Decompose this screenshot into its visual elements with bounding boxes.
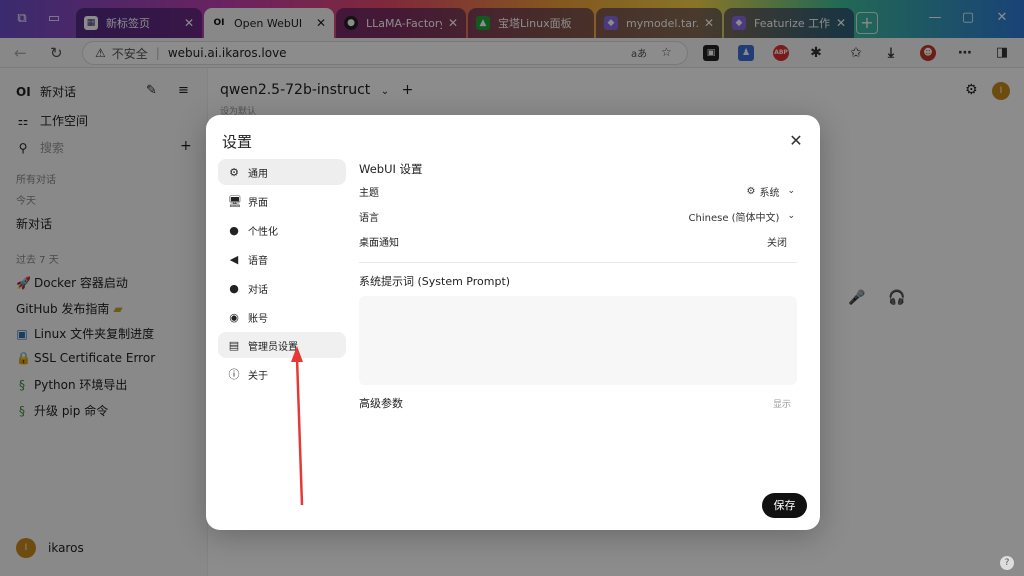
notification-row: 桌面通知 关闭 — [359, 232, 795, 250]
tab-interface[interactable]: 🖥 界面 — [218, 188, 346, 214]
chat-icon: ● — [229, 281, 239, 295]
tab-account[interactable]: ◉ 账号 — [218, 304, 346, 330]
theme-label: 主题 — [359, 187, 379, 199]
tab-general[interactable]: ⚙ 通用 — [218, 159, 346, 185]
theme-select[interactable]: ⚙ 系统 ⌄ — [746, 184, 795, 199]
tab-label: 界面 — [248, 197, 268, 209]
save-button[interactable]: 保存 — [762, 493, 807, 518]
system-prompt-textarea[interactable] — [359, 296, 797, 385]
tab-label: 通用 — [248, 168, 268, 180]
webui-settings-heading: WebUI 设置 — [359, 162, 423, 176]
info-icon: ⓘ — [228, 368, 240, 381]
language-label: 语言 — [359, 212, 379, 224]
theme-row: 主题 ⚙ 系统 ⌄ — [359, 182, 795, 200]
settings-modal: 设置 ✕ ⚙ 通用 🖥 界面 ● 个性化 ◀ 语音 ● 对话 ◉ 账号 ▤ 管理员设置 ⓘ 关于… — [206, 115, 820, 530]
admin-card-icon: ▤ — [228, 338, 240, 352]
tab-audio[interactable]: ◀ 语音 — [218, 246, 346, 272]
gear-icon: ⚙ — [229, 165, 239, 179]
modal-title: 设置 — [222, 133, 253, 151]
language-select[interactable]: Chinese (简体中文) ⌄ — [689, 209, 795, 224]
tab-label: 账号 — [248, 313, 268, 325]
tab-label: 关于 — [248, 370, 268, 382]
tab-label: 语音 — [248, 255, 268, 267]
system-prompt-label: 系统提示词 (System Prompt) — [359, 275, 511, 288]
account-icon: ◉ — [229, 310, 239, 324]
close-icon[interactable]: ✕ — [788, 131, 804, 150]
language-row: 语言 Chinese (简体中文) ⌄ — [359, 207, 795, 225]
help-icon[interactable]: ? — [1000, 556, 1014, 570]
monitor-icon: 🖥 — [228, 194, 242, 208]
notification-label: 桌面通知 — [359, 237, 399, 249]
tab-admin-settings[interactable]: ▤ 管理员设置 — [218, 332, 346, 358]
advanced-params-toggle[interactable]: 显示 — [773, 397, 791, 410]
system-theme-icon: ⚙ — [746, 185, 756, 197]
user-icon: ● — [229, 223, 239, 237]
language-value: Chinese (简体中文) — [688, 212, 780, 224]
advanced-params-row: 高级参数 显示 — [359, 394, 795, 412]
tab-label: 对话 — [248, 284, 268, 296]
theme-value: 系统 — [759, 187, 780, 199]
speaker-icon: ◀ — [229, 252, 239, 266]
tab-chats[interactable]: ● 对话 — [218, 275, 346, 301]
tab-about[interactable]: ⓘ 关于 — [218, 361, 346, 387]
tab-label: 管理员设置 — [248, 341, 298, 353]
chevron-down-icon: ⌄ — [787, 186, 795, 196]
tab-personalization[interactable]: ● 个性化 — [218, 217, 346, 243]
notification-toggle[interactable]: 关闭 — [767, 234, 787, 249]
advanced-params-label: 高级参数 — [359, 397, 403, 410]
tab-label: 个性化 — [248, 226, 278, 238]
divider — [359, 262, 797, 263]
chevron-down-icon: ⌄ — [787, 211, 795, 221]
